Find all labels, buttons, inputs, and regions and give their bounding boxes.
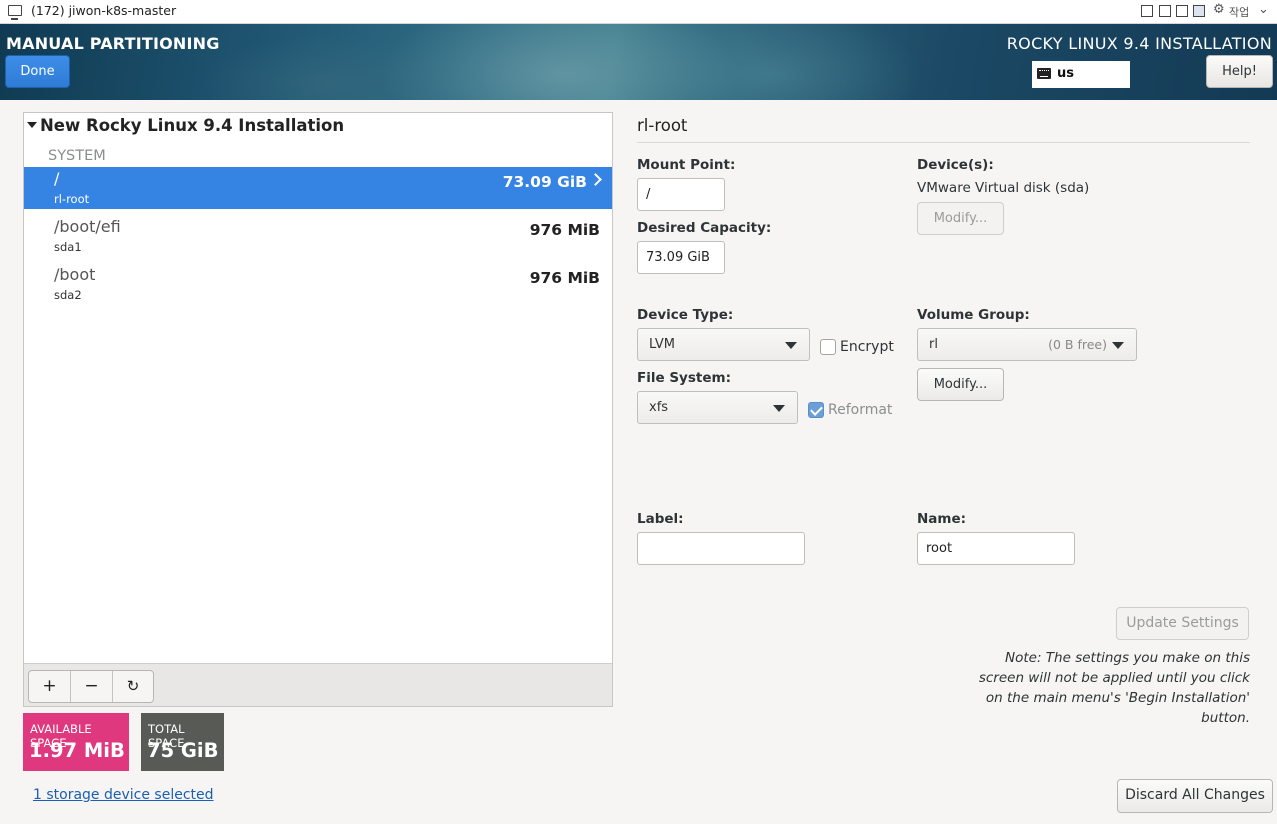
settings-note: Note: The settings you make on this scre…	[978, 650, 1250, 726]
device-type-select[interactable]: LVM	[637, 328, 810, 361]
remove-partition-button[interactable]: −	[71, 671, 113, 702]
discard-all-changes-button[interactable]: Discard All Changes	[1117, 779, 1273, 813]
storage-device-link[interactable]: 1 storage device selected	[33, 787, 214, 803]
mount-point-input[interactable]: /	[637, 178, 725, 211]
available-space-box: AVAILABLE SPACE 1.97 MiB	[23, 713, 129, 771]
installation-root-label[interactable]: New Rocky Linux 9.4 Installation	[40, 116, 344, 135]
file-system-select[interactable]: xfs	[637, 391, 798, 424]
available-space-value: 1.97 MiB	[29, 739, 125, 762]
volume-group-select[interactable]: rl (0 B free)	[917, 328, 1137, 361]
devices-label: Device(s):	[917, 157, 994, 173]
volume-group-label: Volume Group:	[917, 307, 1030, 323]
volume-group-modify-button[interactable]: Modify...	[917, 368, 1004, 401]
refresh-icon[interactable]: ↻	[113, 671, 153, 702]
system-group-label: SYSTEM	[48, 148, 106, 164]
label-input[interactable]	[637, 532, 805, 565]
header-banner: MANUAL PARTITIONING Done ROCKY LINUX 9.4…	[0, 24, 1277, 100]
done-button[interactable]: Done	[5, 55, 70, 88]
vm-window-titlebar: (172) jiwon-k8s-master ⚙ 작업 ⌄	[0, 0, 1277, 24]
detail-separator	[637, 142, 1250, 143]
partition-device: sda1	[54, 240, 82, 254]
label-field-label: Label:	[637, 511, 684, 527]
window-icon[interactable]	[1176, 5, 1188, 17]
partition-row[interactable]: / rl-root 73.09 GiB	[24, 167, 612, 209]
total-space-value: 75 GiB	[147, 739, 219, 762]
device-type-value: LVM	[649, 337, 675, 352]
update-settings-button[interactable]: Update Settings	[1116, 607, 1249, 640]
monitor-icon	[8, 5, 22, 20]
desired-capacity-label: Desired Capacity:	[637, 220, 772, 236]
file-system-value: xfs	[649, 400, 669, 415]
dropdown-arrow-icon	[1112, 342, 1124, 349]
partition-device: rl-root	[54, 192, 90, 206]
partition-row[interactable]: /boot sda2 976 MiB	[24, 263, 612, 305]
detail-title: rl-root	[637, 116, 688, 135]
keyboard-icon	[1037, 68, 1051, 79]
mount-point-label: Mount Point:	[637, 157, 736, 173]
keyboard-layout-label: us	[1057, 66, 1074, 81]
help-button[interactable]: Help!	[1206, 55, 1273, 88]
us-flag-icon[interactable]	[1193, 5, 1205, 17]
file-system-label: File System:	[637, 370, 731, 386]
partition-mount-point: /boot/efi	[54, 217, 121, 236]
vm-window-title: (172) jiwon-k8s-master	[31, 3, 177, 18]
volume-group-value: rl	[929, 337, 938, 352]
add-partition-button[interactable]: +	[29, 671, 71, 702]
partition-tree-panel: New Rocky Linux 9.4 Installation SYSTEM …	[23, 112, 613, 707]
page-title: MANUAL PARTITIONING	[6, 34, 220, 53]
partition-size: 976 MiB	[529, 269, 600, 287]
expand-icon[interactable]: ⌄	[1258, 2, 1269, 17]
devices-modify-button[interactable]: Modify...	[917, 202, 1004, 235]
partition-mount-point: /boot	[54, 265, 96, 284]
desired-capacity-input[interactable]: 73.09 GiB	[637, 241, 725, 274]
menu-text[interactable]: 작업	[1229, 4, 1249, 20]
window-mode-icon[interactable]	[1141, 5, 1153, 17]
keyboard-layout-indicator[interactable]: us	[1032, 61, 1130, 88]
dropdown-arrow-icon	[785, 342, 797, 349]
gear-icon[interactable]: ⚙	[1213, 2, 1225, 17]
devices-value: VMware Virtual disk (sda)	[917, 180, 1090, 196]
expander-down-icon[interactable]	[27, 122, 37, 128]
total-space-box: TOTAL SPACE 75 GiB	[141, 713, 224, 771]
partition-size: 976 MiB	[529, 221, 600, 239]
partition-size: 73.09 GiB	[502, 173, 587, 191]
volume-group-free: (0 B free)	[1048, 337, 1107, 352]
fullscreen-icon[interactable]	[1159, 5, 1171, 17]
reformat-checkbox[interactable]	[808, 402, 824, 418]
partition-row[interactable]: /boot/efi sda1 976 MiB	[24, 215, 612, 257]
dropdown-arrow-icon	[773, 405, 785, 412]
partition-toolbar: + − ↻	[24, 663, 612, 706]
chevron-right-icon	[589, 173, 602, 186]
device-type-label: Device Type:	[637, 307, 734, 323]
product-title: ROCKY LINUX 9.4 INSTALLATION	[1006, 34, 1272, 53]
toolbar-button-group: + − ↻	[28, 670, 154, 703]
name-field-label: Name:	[917, 511, 967, 527]
partition-device: sda2	[54, 288, 82, 302]
encrypt-label[interactable]: Encrypt	[840, 339, 894, 355]
partition-mount-point: /	[54, 169, 60, 188]
name-input[interactable]: root	[917, 532, 1075, 565]
encrypt-checkbox[interactable]	[820, 339, 836, 355]
reformat-label[interactable]: Reformat	[828, 402, 892, 418]
